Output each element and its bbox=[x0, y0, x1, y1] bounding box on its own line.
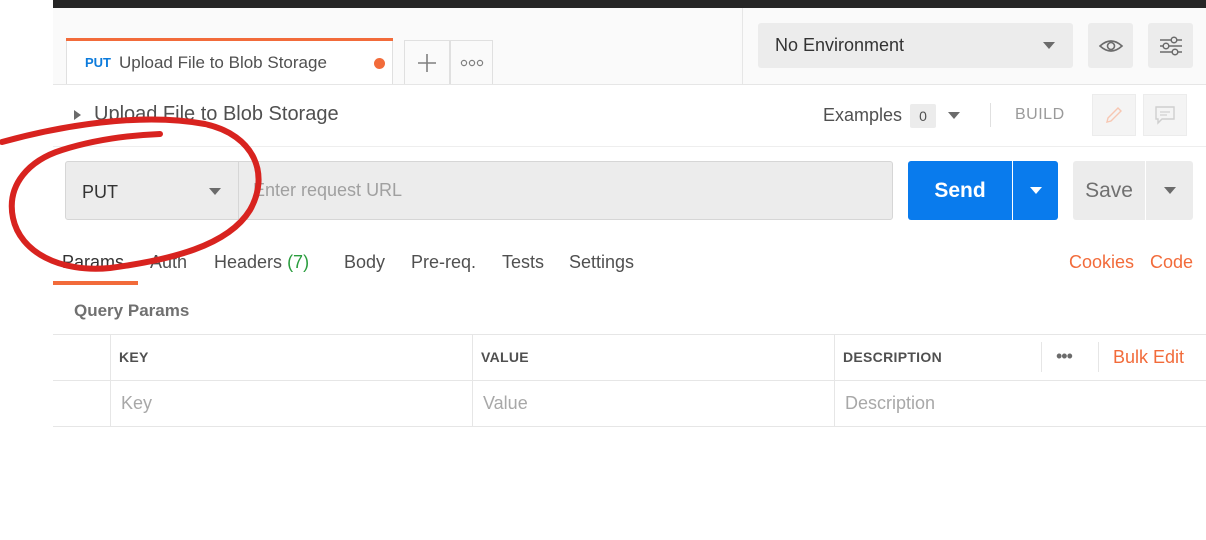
comments-button[interactable] bbox=[1143, 94, 1187, 136]
tab-tests[interactable]: Tests bbox=[502, 252, 544, 273]
examples-caret-down-icon[interactable] bbox=[948, 112, 960, 119]
table-border bbox=[1041, 342, 1042, 372]
pencil-icon bbox=[1106, 107, 1122, 123]
send-options-button[interactable] bbox=[1013, 161, 1058, 220]
env-divider bbox=[742, 8, 743, 84]
tab-active-indicator bbox=[66, 38, 393, 41]
table-border bbox=[472, 334, 473, 426]
left-margin bbox=[0, 0, 53, 540]
tab-headers[interactable]: Headers (7) bbox=[214, 252, 309, 273]
caret-right-icon[interactable] bbox=[74, 110, 81, 120]
edit-button[interactable] bbox=[1092, 94, 1136, 136]
column-header-description: DESCRIPTION bbox=[843, 349, 942, 365]
build-mode-label[interactable]: BUILD bbox=[1015, 106, 1065, 124]
environment-select[interactable]: No Environment bbox=[758, 23, 1073, 68]
app-header-bar bbox=[53, 0, 1206, 8]
tab-title: Upload File to Blob Storage bbox=[119, 53, 327, 72]
caret-down-icon bbox=[1163, 187, 1176, 194]
new-tab-button[interactable] bbox=[404, 40, 450, 84]
eye-icon bbox=[1098, 39, 1123, 52]
save-options-button[interactable] bbox=[1146, 161, 1193, 220]
divider bbox=[53, 146, 1206, 147]
tab-body[interactable]: Body bbox=[344, 252, 385, 273]
table-border bbox=[53, 426, 1206, 427]
caret-down-icon bbox=[1043, 42, 1055, 49]
tab-params[interactable]: Params bbox=[62, 252, 124, 273]
value-input[interactable]: Value bbox=[483, 393, 528, 414]
tab-settings[interactable]: Settings bbox=[569, 252, 634, 273]
description-input[interactable]: Description bbox=[845, 393, 935, 414]
tab-method: PUT bbox=[85, 55, 111, 70]
tab-headers-label: Headers bbox=[214, 252, 283, 272]
manage-environments-button[interactable] bbox=[1148, 23, 1193, 68]
unsaved-dot-icon bbox=[374, 58, 385, 69]
table-border bbox=[53, 380, 1206, 381]
caret-down-icon bbox=[209, 188, 221, 195]
tab-pre-request[interactable]: Pre-req. bbox=[411, 252, 476, 273]
examples-count-badge: 0 bbox=[910, 104, 936, 128]
table-border bbox=[1098, 342, 1099, 372]
tab-auth[interactable]: Auth bbox=[150, 252, 187, 273]
table-border bbox=[53, 334, 1206, 335]
code-link[interactable]: Code bbox=[1150, 252, 1193, 273]
column-header-value: VALUE bbox=[481, 349, 529, 365]
request-name[interactable]: Upload File to Blob Storage bbox=[94, 103, 339, 126]
more-icon bbox=[460, 59, 483, 66]
divider bbox=[990, 103, 991, 127]
caret-down-icon bbox=[1029, 187, 1042, 194]
cookies-link[interactable]: Cookies bbox=[1069, 252, 1134, 273]
more-options-icon[interactable]: ••• bbox=[1056, 346, 1073, 367]
table-border bbox=[110, 334, 111, 426]
sliders-icon bbox=[1159, 35, 1182, 56]
comment-icon bbox=[1155, 106, 1175, 125]
key-input[interactable]: Key bbox=[121, 393, 152, 414]
bulk-edit-link[interactable]: Bulk Edit bbox=[1113, 347, 1184, 368]
request-tab[interactable]: PUT Upload File to Blob Storage bbox=[66, 38, 393, 84]
send-button[interactable]: Send bbox=[908, 161, 1012, 220]
active-tab-underline bbox=[53, 281, 138, 285]
table-border bbox=[834, 334, 835, 426]
query-params-title: Query Params bbox=[74, 301, 190, 320]
environment-quick-look-button[interactable] bbox=[1088, 23, 1133, 68]
method-label: PUT bbox=[82, 182, 118, 202]
request-url-input[interactable] bbox=[238, 161, 893, 220]
plus-icon bbox=[418, 53, 436, 72]
method-select[interactable]: PUT bbox=[65, 161, 239, 220]
tab-options-button[interactable] bbox=[450, 40, 493, 84]
save-button[interactable]: Save bbox=[1073, 161, 1145, 220]
column-header-key: KEY bbox=[119, 349, 149, 365]
examples-label[interactable]: Examples bbox=[823, 105, 902, 126]
headers-count: (7) bbox=[287, 252, 310, 272]
environment-label: No Environment bbox=[775, 35, 905, 55]
